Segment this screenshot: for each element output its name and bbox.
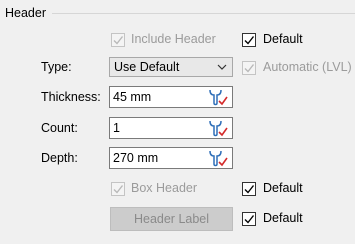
count-label: Count: bbox=[41, 121, 78, 135]
depth-value: 270 mm bbox=[113, 151, 159, 165]
checkmark-icon bbox=[113, 185, 124, 194]
type-label: Type: bbox=[41, 60, 72, 74]
include-header-default-checkbox[interactable] bbox=[242, 33, 256, 47]
box-header-checkbox[interactable] bbox=[111, 182, 125, 196]
count-field[interactable]: 1 bbox=[109, 117, 233, 139]
group-title: Header bbox=[5, 6, 46, 20]
thickness-value: 45 mm bbox=[113, 90, 152, 104]
header-label-button[interactable]: Header Label bbox=[110, 207, 233, 231]
checkmark-icon bbox=[244, 215, 255, 224]
checkmark-icon bbox=[113, 36, 124, 45]
automatic-lvl-label: Automatic (LVL) bbox=[263, 60, 352, 74]
wrench-check-icon[interactable] bbox=[206, 119, 228, 137]
count-value: 1 bbox=[113, 121, 120, 135]
group-divider bbox=[52, 13, 355, 14]
type-select-value: Use Default bbox=[114, 60, 180, 74]
box-header-label: Box Header bbox=[131, 181, 198, 195]
automatic-lvl-checkbox[interactable] bbox=[242, 61, 256, 75]
depth-label: Depth: bbox=[41, 151, 78, 165]
wrench-check-icon[interactable] bbox=[206, 88, 228, 106]
checkmark-icon bbox=[244, 185, 255, 194]
include-header-default-label: Default bbox=[263, 32, 303, 46]
thickness-field[interactable]: 45 mm bbox=[109, 86, 233, 108]
box-header-default-label: Default bbox=[263, 181, 303, 195]
type-select[interactable]: Use Default bbox=[109, 57, 233, 77]
include-header-checkbox[interactable] bbox=[111, 33, 125, 47]
depth-field[interactable]: 270 mm bbox=[109, 147, 233, 169]
box-header-default-checkbox[interactable] bbox=[242, 182, 256, 196]
include-header-label: Include Header bbox=[131, 32, 216, 46]
checkmark-icon bbox=[244, 36, 255, 45]
checkmark-icon bbox=[244, 64, 255, 73]
header-label-default-checkbox[interactable] bbox=[242, 212, 256, 226]
thickness-label: Thickness: bbox=[41, 90, 101, 104]
chevron-down-icon bbox=[217, 64, 227, 70]
header-label-default-label: Default bbox=[263, 211, 303, 225]
wrench-check-icon[interactable] bbox=[206, 149, 228, 167]
